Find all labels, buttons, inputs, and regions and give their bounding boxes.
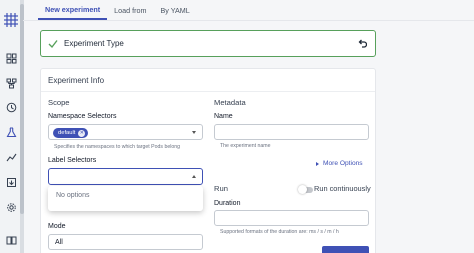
more-options-toggle[interactable]: More Options [316, 160, 363, 167]
label-selectors-field[interactable] [48, 168, 203, 185]
chevron-up-icon[interactable] [192, 175, 196, 178]
tabs-divider [23, 20, 474, 21]
metadata-heading: Metadata [214, 98, 246, 107]
name-helper: The experiment name [220, 143, 271, 149]
gear-icon[interactable] [5, 201, 17, 213]
flask-icon[interactable] [5, 126, 17, 138]
chart-line-icon[interactable] [5, 151, 17, 163]
experiment-info-card: Experiment Info Scope Namespace Selector… [40, 68, 376, 253]
run-continuously-label: Run continuously [314, 184, 371, 193]
label-selectors-label: Label Selectors [48, 157, 97, 164]
label-selectors-dropdown: No options [48, 186, 203, 211]
namespace-helper: Specifies the namespaces to which target… [54, 144, 181, 150]
undo-icon[interactable] [357, 39, 367, 49]
schedule-icon[interactable] [5, 101, 17, 113]
step-title: Experiment Type [64, 39, 124, 48]
side-rail [0, 0, 24, 253]
rail-scrollbar[interactable] [20, 0, 24, 253]
dashboard-icon[interactable] [5, 52, 17, 64]
chip-label: default [58, 130, 76, 136]
tab-load-from[interactable]: Load from [107, 0, 153, 20]
card-heading: Experiment Info [48, 76, 105, 85]
more-options-label: More Options [323, 160, 363, 167]
logo-grid-icon[interactable] [3, 12, 19, 28]
mode-value: All [55, 239, 63, 246]
archive-icon[interactable] [5, 176, 17, 188]
name-input[interactable] [214, 124, 369, 140]
triangle-right-icon [316, 161, 319, 166]
duration-label: Duration [214, 200, 241, 207]
chevron-down-icon[interactable] [192, 131, 196, 134]
scope-heading: Scope [48, 98, 70, 107]
duration-helper: Supported formats of the duration are: m… [220, 229, 339, 235]
name-label: Name [214, 113, 233, 120]
submit-button[interactable] [322, 246, 369, 253]
duration-input[interactable] [214, 210, 369, 226]
tab-bar: New experiment Load from By YAML [38, 0, 197, 20]
tab-new-experiment[interactable]: New experiment [38, 0, 108, 20]
no-options-text: No options [56, 192, 90, 199]
namespace-selectors-label: Namespace Selectors [48, 113, 117, 120]
book-icon[interactable] [5, 234, 17, 246]
namespace-chip[interactable]: default ✕ [53, 128, 89, 138]
tab-by-yaml[interactable]: By YAML [154, 0, 197, 20]
mode-select[interactable]: All [48, 234, 203, 250]
mode-label: Mode [48, 223, 66, 230]
workflow-icon[interactable] [5, 77, 17, 89]
experiment-type-step[interactable]: Experiment Type [40, 30, 376, 57]
chip-remove-icon[interactable]: ✕ [78, 129, 86, 137]
run-continuously-switch[interactable] [298, 185, 313, 194]
divider [41, 91, 375, 92]
namespace-selectors-field[interactable]: default ✕ [48, 124, 203, 140]
run-heading: Run [214, 184, 228, 193]
check-icon [48, 40, 58, 49]
